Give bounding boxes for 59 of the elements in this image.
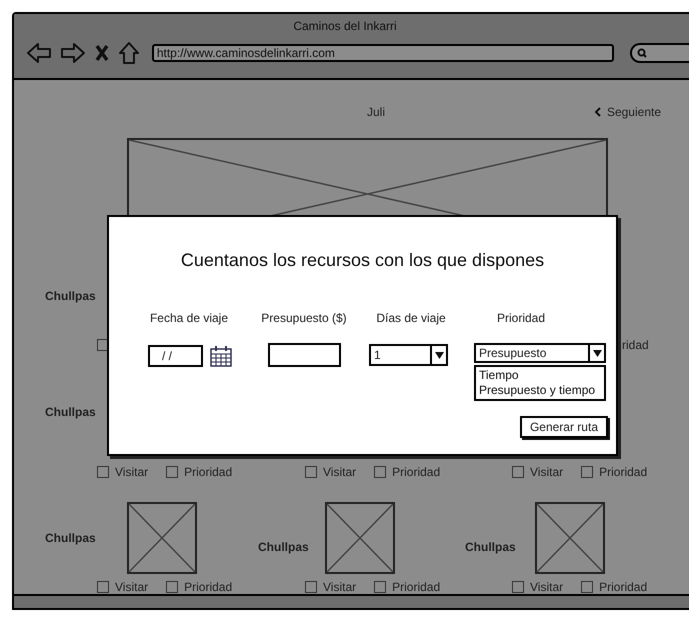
budget-field[interactable]	[268, 343, 341, 367]
checkbox-label: Visitar	[323, 464, 356, 481]
item-title: Chullpas	[45, 288, 97, 305]
image-placeholder	[127, 502, 197, 574]
checkbox-label: Prioridad	[599, 464, 648, 481]
checkbox[interactable]	[512, 466, 524, 478]
calendar-icon[interactable]	[210, 345, 232, 367]
chevron-left-icon	[594, 107, 601, 117]
caret-down-icon	[434, 352, 444, 358]
checkbox-label: Visitar	[530, 579, 564, 596]
item-title: Chullpas	[45, 530, 97, 547]
field-label: Presupuesto ($)	[261, 310, 347, 327]
checkbox-label: Visitar	[115, 464, 148, 481]
dropdown-option[interactable]: Presupuesto y tiempo	[476, 383, 604, 398]
field-label: Días de viaje	[376, 310, 446, 327]
item-title: Chullpas	[465, 539, 517, 556]
checkbox[interactable]	[374, 581, 386, 593]
checkbox-label: ridad	[622, 337, 649, 354]
next-link[interactable]: Seguiente	[594, 103, 661, 121]
checkbox-label: Prioridad	[392, 464, 440, 481]
checkbox-label: Prioridad	[392, 579, 440, 596]
checkbox[interactable]	[581, 466, 594, 478]
checkbox[interactable]	[305, 581, 317, 593]
generate-route-button[interactable]: Generar ruta	[520, 416, 608, 438]
search-icon	[637, 48, 648, 58]
checkbox[interactable]	[512, 581, 524, 593]
checkbox[interactable]	[97, 581, 109, 593]
checkbox-label: Visitar	[530, 464, 564, 481]
item-title: Chullpas	[258, 539, 310, 556]
checkbox-label: Prioridad	[599, 579, 648, 596]
url-field[interactable]: http://www.caminosdelinkarri.com	[152, 44, 614, 62]
checkbox[interactable]	[305, 466, 317, 478]
field-label: Prioridad	[496, 310, 546, 327]
image-placeholder	[535, 502, 605, 574]
window-title: Caminos del Inkarri	[293, 18, 397, 35]
search-field[interactable]	[630, 43, 689, 63]
checkbox-label: Prioridad	[184, 464, 232, 481]
checkbox[interactable]	[166, 466, 178, 478]
checkbox[interactable]	[581, 581, 594, 593]
caret-down-icon	[592, 350, 602, 356]
checkbox-label: Visitar	[323, 579, 356, 596]
image-placeholder	[325, 502, 395, 574]
checkbox[interactable]	[166, 581, 178, 593]
checkbox[interactable]	[374, 466, 386, 478]
dropdown-option[interactable]: Tiempo	[476, 368, 604, 383]
month-label: Juli	[367, 104, 386, 121]
item-title: Chullpas	[45, 404, 97, 421]
days-select[interactable]: 1	[369, 344, 448, 366]
home-icon[interactable]	[118, 41, 140, 65]
dialog-title: Cuentanos los recursos con los que dispones	[180, 250, 544, 270]
field-label: Fecha de viaje	[150, 310, 228, 327]
close-icon[interactable]	[94, 44, 110, 62]
checkbox-label: Prioridad	[184, 579, 232, 596]
checkbox[interactable]	[97, 466, 109, 478]
back-arrow-icon[interactable]	[26, 42, 52, 64]
date-field[interactable]: / /	[148, 345, 203, 367]
checkbox-label: Visitar	[115, 579, 148, 596]
priority-select[interactable]: Presupuesto	[474, 343, 606, 363]
forward-arrow-icon[interactable]	[60, 42, 86, 64]
